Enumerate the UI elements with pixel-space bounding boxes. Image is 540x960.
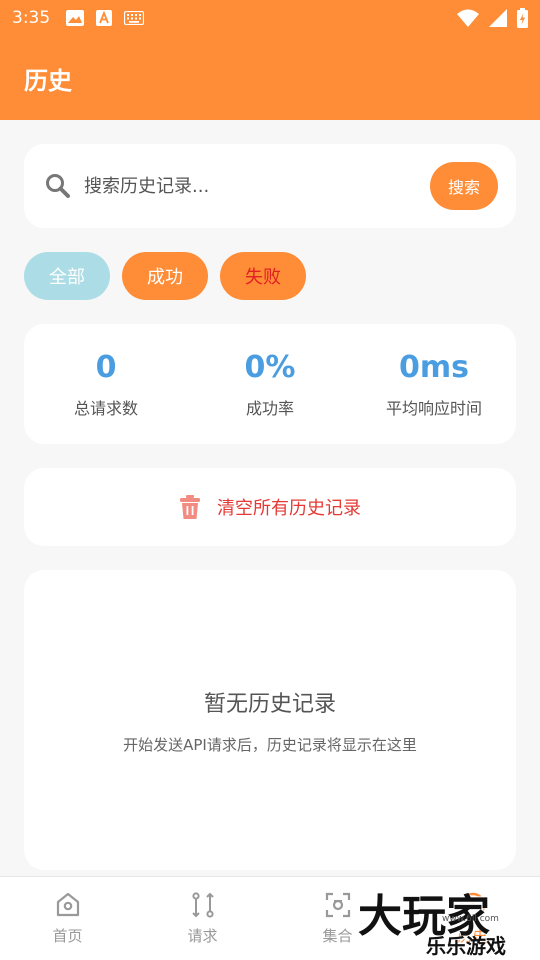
stat-label: 平均响应时间 [385, 398, 482, 418]
wifi-icon [457, 9, 479, 27]
clear-history-label: 清空所有历史记录 [217, 498, 361, 519]
search-input[interactable] [84, 175, 430, 197]
empty-state: 暂无历史记录 开始发送API请求后，历史记录将显示在这里 [24, 570, 516, 870]
collection-icon [325, 892, 350, 918]
search-button[interactable]: 搜索 [430, 162, 498, 210]
stat-avg-response-time: 0ms 平均响应时间 [352, 324, 516, 444]
battery-icon [517, 8, 528, 28]
nav-label: 集合 [322, 927, 353, 945]
search-icon [46, 174, 70, 198]
trash-icon [180, 495, 200, 519]
stat-value: 0 [95, 349, 117, 385]
bottom-nav: 首页 请求 集合 历史 [0, 876, 540, 960]
page-title: 历史 [24, 66, 72, 95]
nav-item-request[interactable]: 请求 [135, 877, 270, 960]
history-icon [460, 892, 485, 918]
nav-item-history[interactable]: 历史 [405, 877, 540, 960]
nav-item-collection[interactable]: 集合 [270, 877, 405, 960]
filter-all-chip[interactable]: 全部 [24, 252, 110, 300]
stat-value: 0ms [399, 349, 469, 385]
stats-card: 0 总请求数 0% 成功率 0ms 平均响应时间 [24, 324, 516, 444]
signal-icon [489, 9, 507, 27]
empty-state-subtitle: 开始发送API请求后，历史记录将显示在这里 [123, 735, 417, 754]
filter-failed-chip[interactable]: 失败 [220, 252, 306, 300]
empty-state-title: 暂无历史记录 [203, 691, 336, 717]
filter-success-chip[interactable]: 成功 [122, 252, 208, 300]
status-bar: 3:35 [0, 0, 540, 36]
nav-label: 请求 [187, 927, 218, 945]
keyboard-icon [124, 11, 145, 25]
font-icon [96, 10, 113, 26]
request-icon [191, 892, 214, 918]
app-bar: 历史 [0, 36, 540, 120]
status-time: 3:35 [12, 8, 51, 28]
filter-chips: 全部 成功 失败 [24, 252, 306, 300]
stat-total-requests: 0 总请求数 [24, 324, 188, 444]
search-bar: 搜索 [24, 144, 516, 228]
stat-success-rate: 0% 成功率 [188, 324, 352, 444]
clear-history-button[interactable]: 清空所有历史记录 [24, 468, 516, 546]
nav-item-home[interactable]: 首页 [0, 877, 135, 960]
stat-value: 0% [244, 349, 296, 385]
nav-label: 首页 [52, 927, 83, 945]
image-icon [66, 10, 85, 26]
stat-label: 成功率 [245, 398, 294, 418]
stat-label: 总请求数 [73, 398, 138, 418]
home-icon [56, 892, 79, 917]
nav-label: 历史 [457, 927, 488, 945]
